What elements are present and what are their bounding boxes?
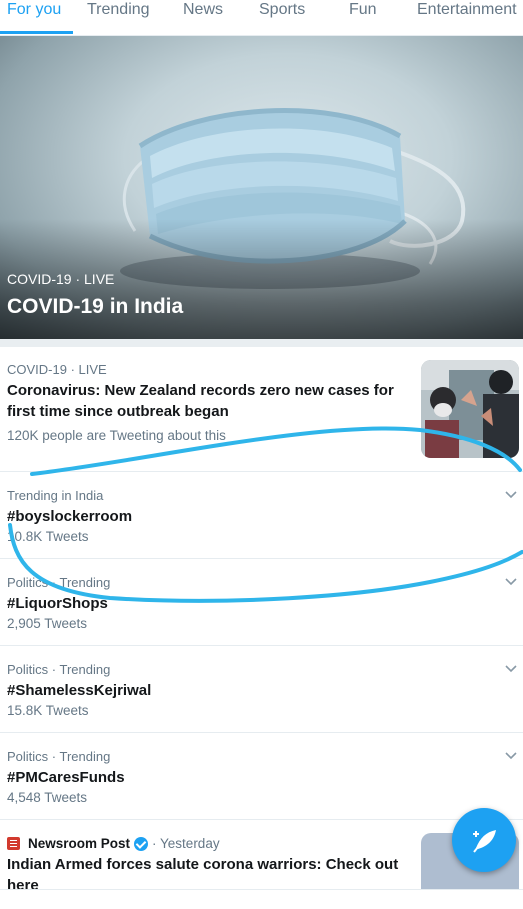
tab-for-you[interactable]: For you (7, 0, 61, 19)
news-time: · Yesterday (152, 836, 220, 851)
hero-title: COVID-19 in India (7, 295, 184, 318)
trend-hashtag: #LiquorShops (7, 595, 108, 612)
trend-meta: Trending in India (7, 488, 104, 503)
verified-badge-icon (134, 836, 149, 851)
item-meta: COVID-19 · LIVE (7, 362, 107, 377)
trend-meta: Politics · Trending (7, 749, 111, 764)
trend-count: 4,548 Tweets (7, 790, 88, 805)
trend-hashtag: #boyslockerroom (7, 508, 133, 525)
item-divider (0, 732, 523, 733)
hero-meta: COVID-19 · LIVE (7, 271, 115, 287)
chevron-down-icon[interactable] (505, 665, 517, 673)
source-name[interactable]: Newsroom Post (28, 836, 130, 851)
explore-tabs: For you Trending News Sports Fun Enterta… (0, 0, 523, 36)
trend-meta: Politics · Trending (7, 662, 111, 677)
trend-hashtag: #ShamelessKejriwal (7, 682, 152, 699)
chevron-down-icon[interactable] (505, 491, 517, 499)
item-divider (0, 471, 523, 472)
chevron-down-icon[interactable] (505, 578, 517, 586)
compose-tweet-button[interactable] (452, 808, 516, 872)
trend-count: 2,905 Tweets (7, 616, 88, 631)
tab-sports[interactable]: Sports (259, 0, 305, 19)
compose-tweet-icon (473, 830, 496, 853)
trend-count: 10.8K Tweets (7, 529, 89, 544)
trend-count: 15.8K Tweets (7, 703, 89, 718)
item-divider (0, 819, 523, 820)
trend-hashtag: #PMCaresFunds (7, 769, 125, 786)
newsroom-logo-icon (7, 837, 20, 850)
tab-trending[interactable]: Trending (87, 0, 150, 19)
active-tab-indicator (0, 31, 73, 34)
item-divider (0, 889, 523, 890)
trend-meta: Politics · Trending (7, 575, 111, 590)
item-count: 120K people are Tweeting about this (7, 428, 226, 443)
item-divider (0, 645, 523, 646)
tab-fun[interactable]: Fun (349, 0, 377, 19)
tab-entertainment[interactable]: Entertainment (417, 0, 517, 19)
section-divider (0, 339, 523, 347)
tab-news[interactable]: News (183, 0, 223, 19)
chevron-down-icon[interactable] (505, 752, 517, 760)
item-headline: Coronavirus: New Zealand records zero ne… (7, 382, 394, 420)
news-source-row: Newsroom Post · Yesterday (7, 836, 220, 851)
item-divider (0, 558, 523, 559)
hero-event-card[interactable]: COVID-19 · LIVE COVID-19 in India (0, 36, 523, 339)
news-thumbnail (421, 360, 519, 458)
